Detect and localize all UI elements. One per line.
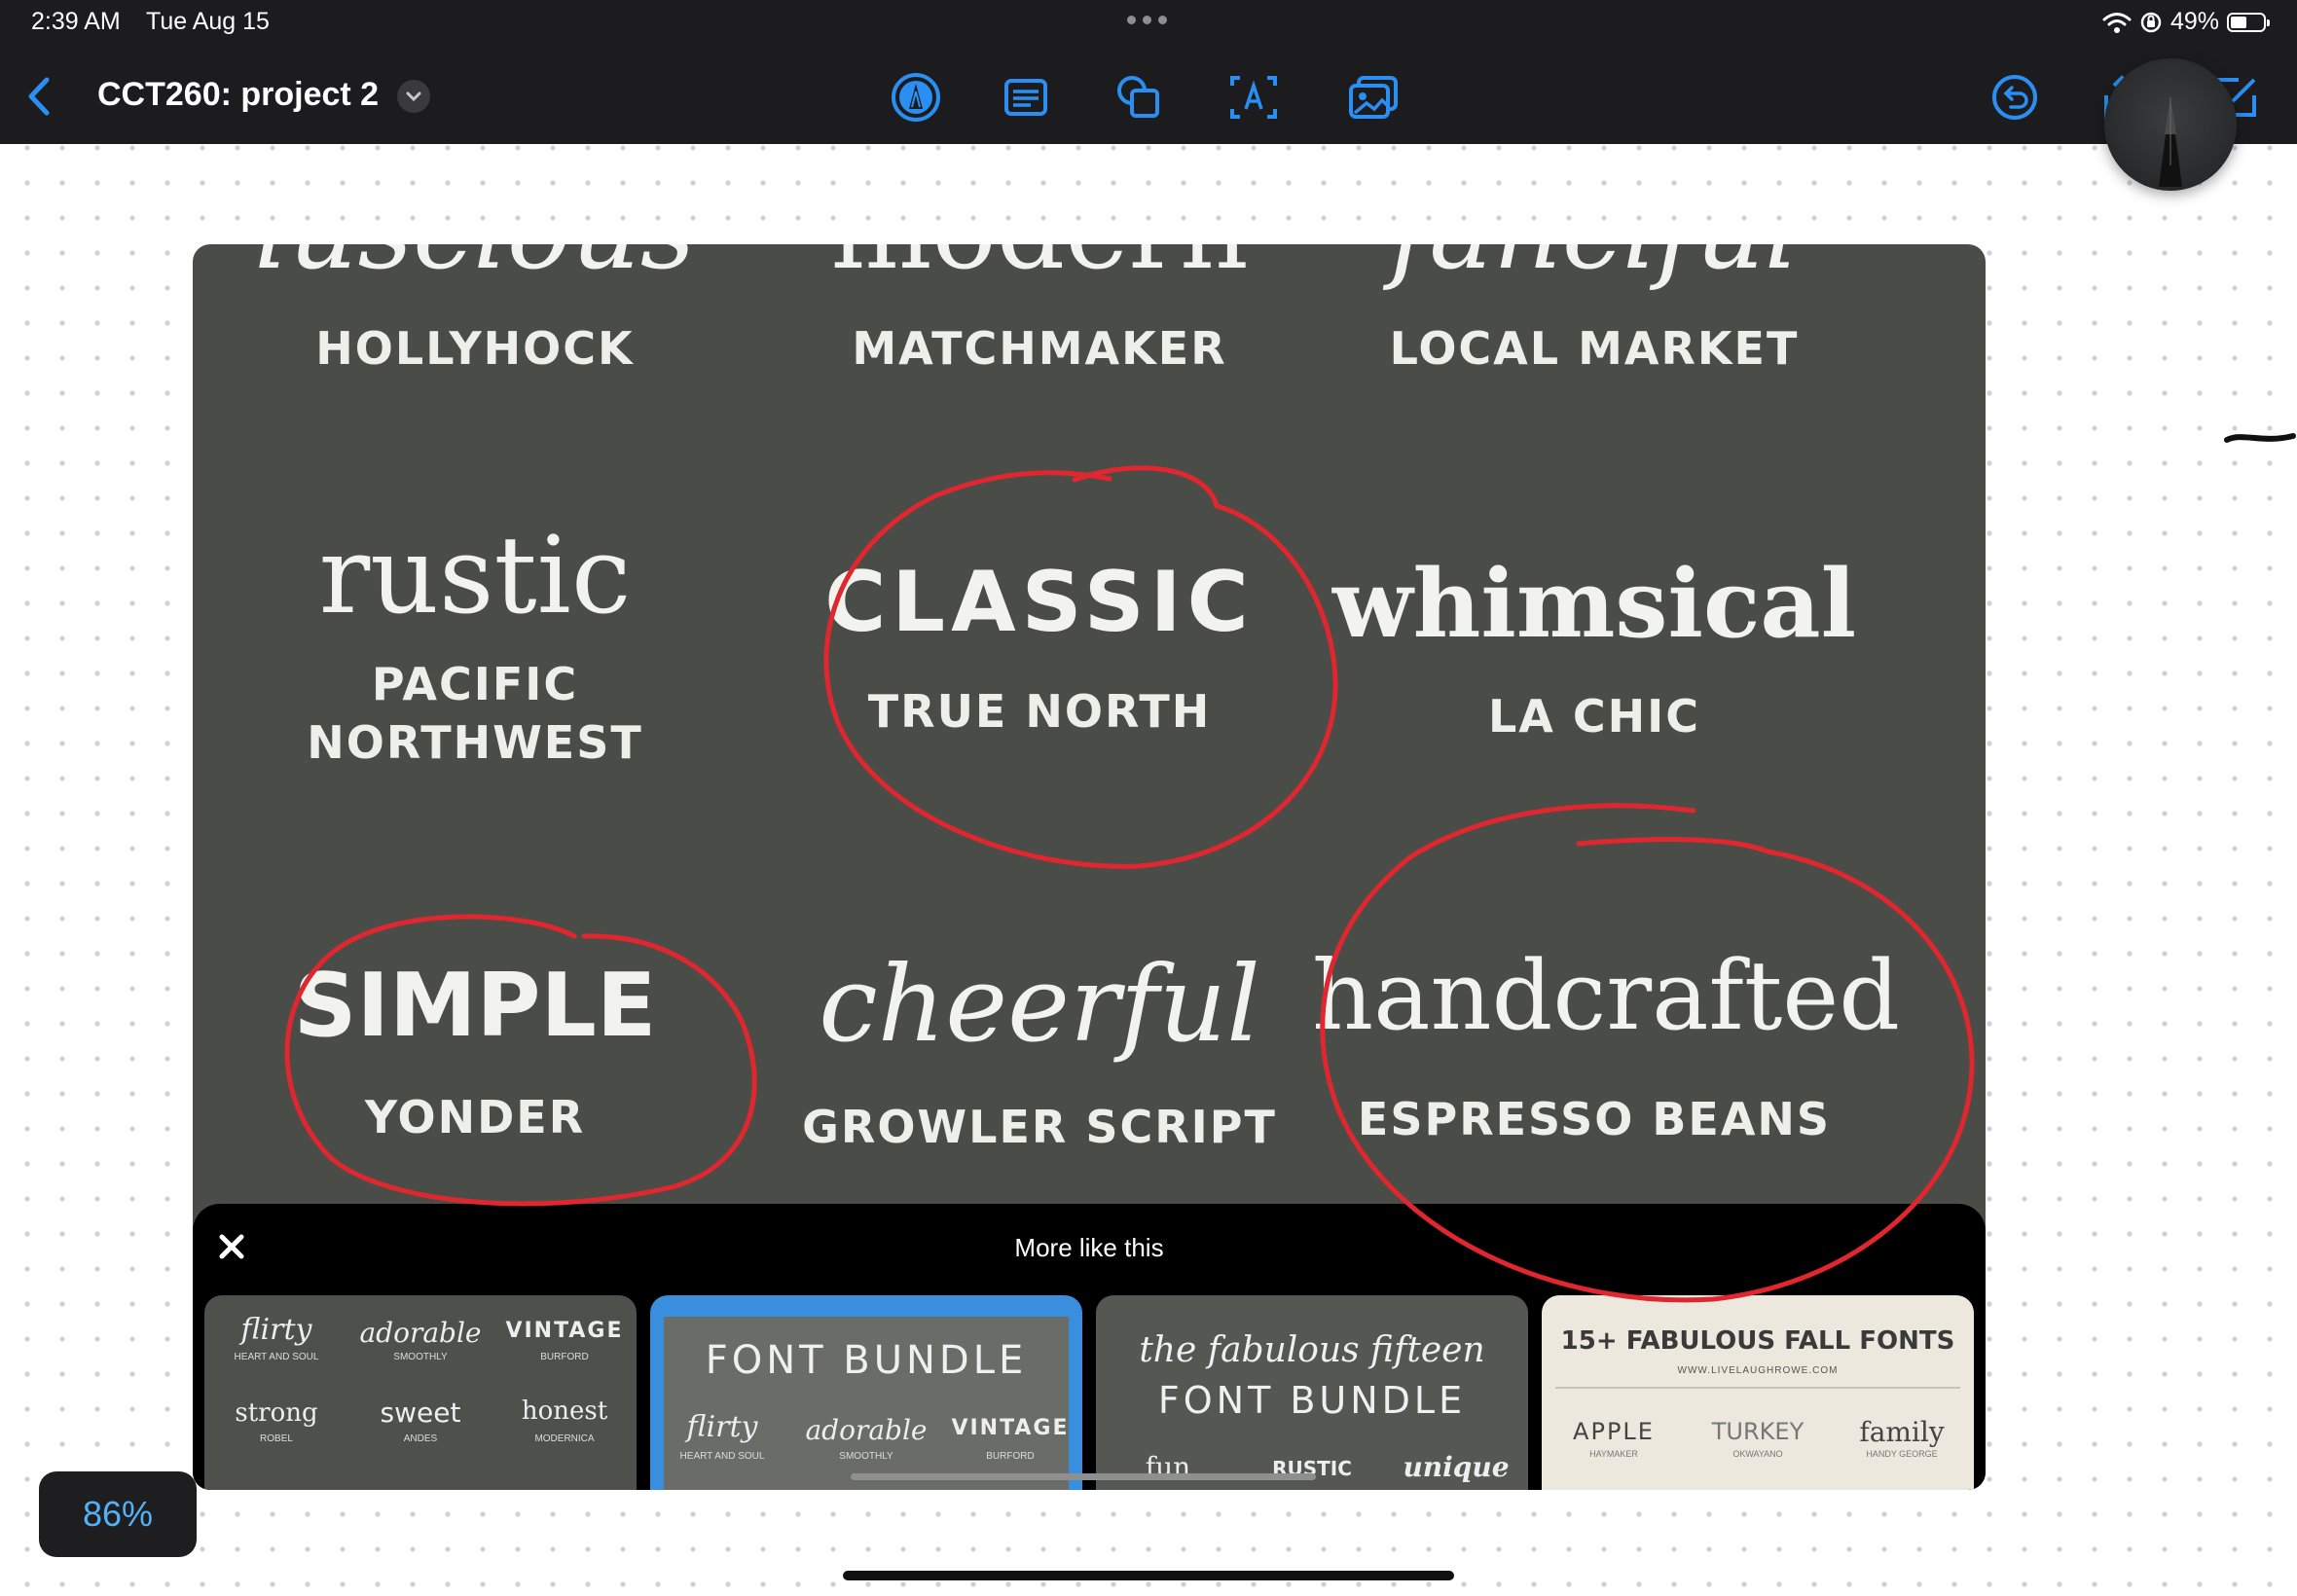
card-word: VINTAGE xyxy=(505,1319,624,1343)
top-toolbar: 2:39 AM Tue Aug 15 49% CCT260: project 2 xyxy=(0,0,2297,144)
script-word: luscious xyxy=(193,244,757,293)
card-caption: HEART AND SOUL xyxy=(679,1451,765,1462)
font-sample-true-north: CLASSIC TRUE NORTH xyxy=(757,561,1322,738)
home-indicator[interactable] xyxy=(843,1571,1454,1580)
card-caption: HEART AND SOUL xyxy=(234,1352,319,1362)
card-word: sweet xyxy=(380,1396,461,1429)
undo-icon[interactable] xyxy=(1987,70,2042,125)
font-name: LA CHIC xyxy=(1487,690,1701,743)
card-url: WWW.LIVELAUGHROWE.COM xyxy=(1677,1365,1839,1376)
card-word: flirty xyxy=(686,1410,758,1444)
status-indicators: 49% xyxy=(2102,8,2270,36)
suggestion-card-font-bundle-1[interactable]: flirty HEART AND SOUL adorable SMOOTHLY … xyxy=(204,1295,637,1490)
font-sample-local-market: fanciful LOCAL MARKET xyxy=(1312,244,1877,419)
card-word: APPLE xyxy=(1573,1418,1655,1445)
card-caption: ANDES xyxy=(403,1433,438,1444)
card-title: FONT BUNDLE xyxy=(705,1338,1028,1383)
card-caption: HANDY GEORGE xyxy=(1866,1449,1938,1459)
status-time: 2:39 AM xyxy=(31,8,121,35)
shapes-icon[interactable] xyxy=(1112,70,1166,125)
suggestion-card-font-bundle-2[interactable]: FONT BUNDLE flirty HEART AND SOUL adorab… xyxy=(650,1295,1082,1490)
orientation-lock-icon xyxy=(2140,12,2162,32)
document-title[interactable]: CCT260: project 2 xyxy=(97,76,379,114)
card-caption: HAYMAKER xyxy=(1589,1449,1638,1459)
font-sample-la-chic: whimsical LA CHIC xyxy=(1312,549,1877,744)
battery-icon xyxy=(2227,12,2270,32)
text-recognition-icon[interactable] xyxy=(1226,70,1281,125)
font-name: TRUE NORTH xyxy=(867,685,1212,738)
insert-image-icon[interactable] xyxy=(1347,70,1402,125)
wifi-icon xyxy=(2102,12,2132,33)
font-sample-growler-script: cheerful GROWLER SCRIPT xyxy=(757,944,1322,1154)
stray-ink-mark xyxy=(2224,433,2296,443)
script-word: fanciful xyxy=(1312,244,1877,293)
pen-tool-icon[interactable] xyxy=(889,70,943,125)
card-word: VINTAGE xyxy=(951,1416,1070,1440)
font-name: LOCAL MARKET xyxy=(1389,322,1800,375)
back-chevron-icon[interactable] xyxy=(19,72,58,121)
card-caption: OKWAYANO xyxy=(1732,1449,1783,1459)
card-caption: SMOOTHLY xyxy=(393,1352,448,1362)
card-caption: ROBEL xyxy=(260,1433,293,1444)
card-caption: BURFORD xyxy=(986,1451,1035,1462)
pencil-tip-icon xyxy=(2159,97,2182,187)
card-word: unique xyxy=(1403,1451,1510,1483)
display-word: cheerful xyxy=(819,944,1260,1066)
card-word: adorable xyxy=(805,1414,928,1446)
font-name: GROWLER SCRIPT xyxy=(802,1101,1277,1153)
card-word: honest xyxy=(521,1396,608,1426)
apple-pencil-hover-indicator xyxy=(2104,58,2237,191)
zoom-level-badge[interactable]: 86% xyxy=(39,1471,197,1557)
text-box-icon[interactable] xyxy=(999,70,1053,125)
font-name: HOLLYHOCK xyxy=(315,322,635,375)
card-heading: the fabulous fifteen xyxy=(1139,1330,1485,1370)
card-word: family xyxy=(1859,1416,1945,1448)
card-word: adorable xyxy=(359,1317,482,1349)
card-title: 15+ FABULOUS FALL FONTS xyxy=(1560,1326,1955,1356)
display-word: whimsical xyxy=(1331,549,1857,659)
horizontal-scroll-indicator[interactable] xyxy=(851,1473,1316,1480)
font-name: ESPRESSO BEANS xyxy=(1357,1093,1832,1145)
card-word: TURKEY xyxy=(1711,1418,1805,1445)
font-name-line1: PACIFIC xyxy=(371,658,579,710)
display-word: handcrafted xyxy=(1312,941,1900,1052)
display-word: CLASSIC xyxy=(824,554,1255,651)
suggestion-card-fabulous-fifteen[interactable]: the fabulous fifteen FONT BUNDLE fun RUS… xyxy=(1096,1295,1528,1490)
font-name: YONDER xyxy=(364,1091,586,1143)
multitasking-dots-icon[interactable] xyxy=(1127,16,1167,24)
card-word: flirty xyxy=(240,1313,312,1347)
card-caption: MODERNICA xyxy=(534,1433,595,1444)
status-date: Tue Aug 15 xyxy=(146,8,270,35)
card-word: strong xyxy=(235,1398,318,1428)
more-like-this-title: More like this xyxy=(1014,1233,1164,1262)
title-menu-chevron-icon[interactable] xyxy=(397,80,430,113)
font-sample-pacific-northwest: rustic PACIFIC NORTHWEST xyxy=(193,522,757,769)
suggestion-card-fall-fonts[interactable]: 15+ FABULOUS FALL FONTS WWW.LIVELAUGHROW… xyxy=(1542,1295,1974,1490)
card-caption: BURFORD xyxy=(540,1352,589,1362)
card-title: FONT BUNDLE xyxy=(1157,1379,1467,1422)
font-sample-espresso-beans: handcrafted ESPRESSO BEANS xyxy=(1312,941,1900,1145)
font-sample-hollyhock: luscious HOLLYHOCK xyxy=(193,244,757,419)
display-word: rustic xyxy=(318,513,632,637)
font-name-line2: NORTHWEST xyxy=(307,716,643,769)
pasted-image[interactable]: luscious HOLLYHOCK modern MATCHMAKER fan… xyxy=(193,244,1986,1490)
display-word: SIMPLE xyxy=(293,955,657,1057)
font-name: MATCHMAKER xyxy=(852,322,1227,375)
font-sample-yonder: SIMPLE YONDER xyxy=(193,955,757,1144)
battery-percent: 49% xyxy=(2169,8,2219,35)
font-sample-matchmaker: modern MATCHMAKER xyxy=(757,244,1322,419)
script-word: modern xyxy=(757,244,1322,293)
card-caption: SMOOTHLY xyxy=(839,1451,893,1462)
